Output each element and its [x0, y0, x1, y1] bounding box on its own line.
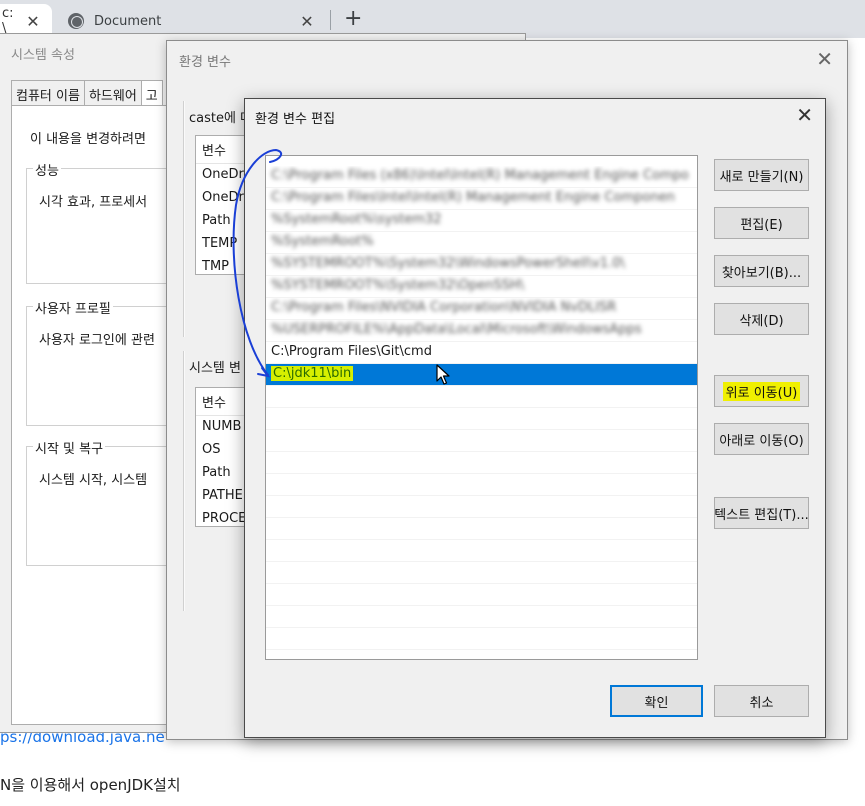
move-up-button[interactable]: 위로 이동(U): [714, 375, 809, 407]
path-text: C:\Program Files\NVIDIA Corporation\NVID…: [271, 300, 617, 315]
group-title: 사용자 프로필: [33, 298, 113, 317]
path-text: C:\Program Files\Intel\Intel(R) Manageme…: [271, 190, 675, 205]
cancel-button[interactable]: 취소: [714, 685, 809, 717]
close-icon[interactable]: ✕: [298, 12, 316, 31]
path-entry[interactable]: %SYSTEMROOT%\System32\OpenSSH\: [266, 276, 697, 298]
group-title: 시작 및 복구: [33, 438, 106, 457]
browse-button[interactable]: 찾아보기(B)...: [714, 255, 809, 287]
empty-row: [266, 430, 697, 452]
user-variables-label: caste에 대: [189, 111, 253, 126]
tab-hardware[interactable]: 하드웨어: [83, 80, 142, 106]
path-entry[interactable]: %SYSTEMROOT%\System32\WindowsPowerShell\…: [266, 254, 697, 276]
close-icon[interactable]: ✕: [816, 47, 833, 71]
new-tab-button[interactable]: +: [344, 6, 362, 31]
path-text: C:\Program Files\Git\cmd: [271, 344, 432, 359]
empty-row: [266, 606, 697, 628]
tab-computer-name[interactable]: 컴퓨터 이름: [11, 80, 85, 106]
delete-button[interactable]: 삭제(D): [714, 303, 809, 335]
tab-divider: [330, 10, 331, 30]
edit-button[interactable]: 편집(E): [714, 207, 809, 239]
new-button[interactable]: 새로 만들기(N): [714, 159, 809, 191]
edit-environment-variable-dialog: 환경 변수 편집 ✕ C:\Program Files (x86)\Intel\…: [244, 98, 826, 738]
empty-row: [266, 452, 697, 474]
move-down-button[interactable]: 아래로 이동(O): [714, 423, 809, 455]
page-text: N을 이용해서 openJDK설치: [0, 776, 181, 794]
path-text: %USERPROFILE%\AppData\Local\Microsoft\Wi…: [271, 322, 642, 337]
globe-icon: [68, 13, 84, 29]
close-icon[interactable]: ✕: [796, 103, 813, 127]
path-entry[interactable]: %SystemRoot%: [266, 232, 697, 254]
path-entry[interactable]: %SystemRoot%\system32: [266, 210, 697, 232]
ok-button[interactable]: 확인: [610, 685, 703, 717]
empty-row: [266, 584, 697, 606]
group-frame: [183, 101, 185, 337]
window-title: 시스템 속성: [11, 48, 75, 63]
path-text: %SYSTEMROOT%\System32\OpenSSH\: [271, 278, 525, 293]
system-properties-tabs: 컴퓨터 이름 하드웨어 고: [11, 80, 163, 106]
path-entry[interactable]: C:\Program Files\Intel\Intel(R) Manageme…: [266, 188, 697, 210]
path-entry[interactable]: C:\Program Files\NVIDIA Corporation\NVID…: [266, 298, 697, 320]
empty-row: [266, 518, 697, 540]
path-entry[interactable]: %USERPROFILE%\AppData\Local\Microsoft\Wi…: [266, 320, 697, 342]
tab-label: Document: [94, 13, 162, 29]
group-title: 성능: [33, 160, 61, 179]
group-frame: [183, 351, 185, 611]
intro-text: 이 내용을 변경하려면: [30, 132, 146, 147]
edit-text-button[interactable]: 텍스트 편집(T)...: [714, 497, 809, 529]
move-up-label: 위로 이동(U): [722, 381, 801, 401]
path-text: C:\jdk11\bin: [271, 366, 354, 381]
path-entries-list[interactable]: C:\Program Files (x86)\Intel\Intel(R) Ma…: [265, 155, 698, 660]
tab-label: c: \: [2, 6, 14, 36]
system-variables-label: 시스템 변: [189, 361, 241, 376]
empty-row: [266, 474, 697, 496]
close-icon[interactable]: ✕: [26, 12, 40, 31]
group-body: 시스템 시작, 시스템: [39, 473, 148, 488]
path-entry[interactable]: C:\Program Files\Git\cmd: [266, 342, 697, 364]
empty-row: [266, 408, 697, 430]
tab-advanced[interactable]: 고: [140, 80, 163, 106]
group-body: 사용자 로그인에 관련: [39, 333, 155, 348]
path-text: %SystemRoot%\system32: [271, 212, 442, 227]
window-title: 환경 변수: [179, 55, 231, 70]
path-entry[interactable]: C:\Program Files (x86)\Intel\Intel(R) Ma…: [266, 166, 697, 188]
empty-row: [266, 386, 697, 408]
path-entry-selected[interactable]: C:\jdk11\bin: [266, 364, 697, 386]
empty-row: [266, 540, 697, 562]
empty-row: [266, 628, 697, 650]
group-body: 시각 효과, 프로세서: [39, 195, 148, 210]
path-text: C:\Program Files (x86)\Intel\Intel(R) Ma…: [271, 168, 689, 183]
empty-row: [266, 496, 697, 518]
path-text: %SystemRoot%: [271, 234, 374, 249]
path-text: %SYSTEMROOT%\System32\WindowsPowerShell\…: [271, 256, 625, 271]
dialog-title: 환경 변수 편집: [255, 112, 336, 127]
empty-row: [266, 562, 697, 584]
mouse-pointer-icon: [436, 364, 450, 385]
